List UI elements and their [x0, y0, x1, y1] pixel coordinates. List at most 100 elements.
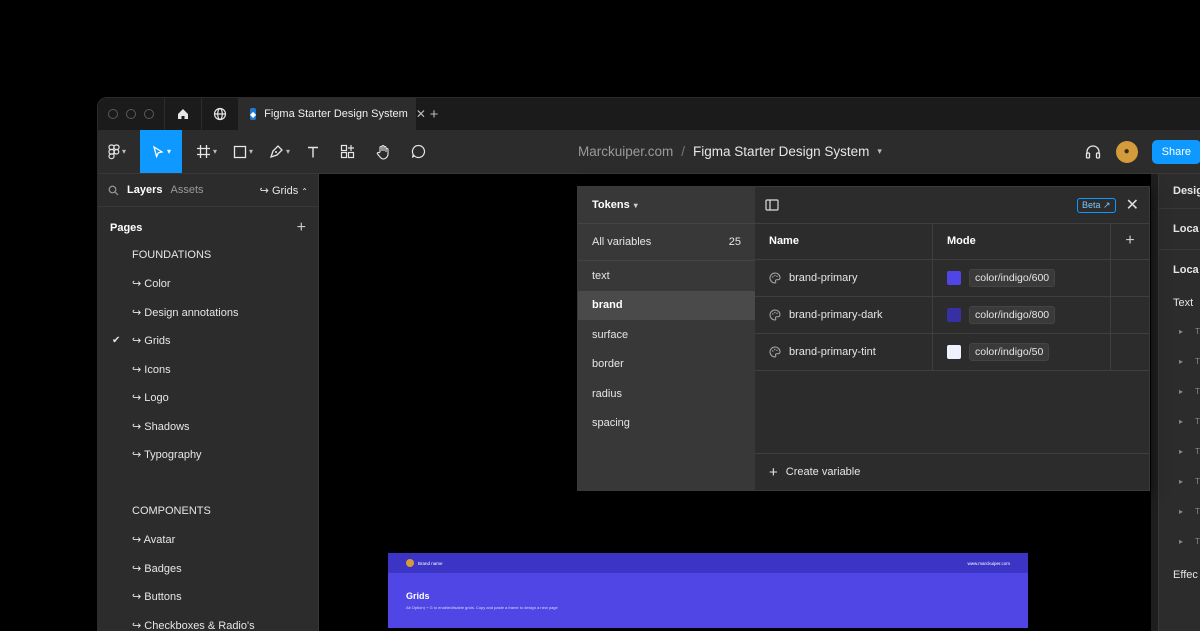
- add-page-icon[interactable]: +: [297, 219, 306, 237]
- table-header: Name Mode +: [755, 223, 1149, 260]
- page-item-shadows[interactable]: ↪ Shadows: [98, 412, 318, 441]
- text-style-icon: T: [1195, 386, 1200, 396]
- style-item[interactable]: ▸ T: [1159, 346, 1200, 376]
- page-item-grids[interactable]: ✔ ↪ Grids: [98, 327, 318, 356]
- maximize-window-button[interactable]: [144, 109, 154, 119]
- table-row[interactable]: brand-primary-tint color/indigo/50: [755, 334, 1149, 371]
- style-item[interactable]: ▸ T: [1159, 436, 1200, 466]
- close-window-button[interactable]: [108, 109, 118, 119]
- title-bar: ◆ Figma Starter Design System ✕ +: [98, 98, 1200, 130]
- text-icon: [308, 146, 319, 157]
- style-item[interactable]: ▸ T: [1159, 406, 1200, 436]
- style-item[interactable]: ▸ T: [1159, 316, 1200, 346]
- collection-selector[interactable]: Tokens ▾: [578, 187, 755, 223]
- file-tab[interactable]: ◆ Figma Starter Design System ✕: [238, 98, 426, 130]
- all-variables-item[interactable]: All variables 25: [578, 223, 755, 260]
- new-tab-icon[interactable]: +: [416, 106, 452, 123]
- page-item-checkboxes[interactable]: ↪ Checkboxes & Radio's: [98, 611, 318, 631]
- style-item[interactable]: ▸ T: [1159, 376, 1200, 406]
- group-radius[interactable]: radius: [578, 379, 755, 409]
- page-item-icons[interactable]: ↪ Icons: [98, 355, 318, 384]
- grids-frame[interactable]: Brand name www.marckuiper.com Grids Alt …: [388, 553, 1028, 628]
- column-header-mode[interactable]: Mode: [933, 223, 1111, 259]
- page-item-logo[interactable]: ↪ Logo: [98, 384, 318, 413]
- move-tool[interactable]: ▾: [140, 130, 183, 173]
- design-tab[interactable]: Desig: [1159, 174, 1200, 208]
- variable-name-cell[interactable]: brand-primary-tint: [755, 334, 933, 370]
- variable-alias-pill[interactable]: color/indigo/50: [969, 343, 1050, 361]
- group-spacing[interactable]: spacing: [578, 409, 755, 439]
- current-page-selector[interactable]: ↪ Grids ⌃: [260, 184, 308, 197]
- chevron-down-icon[interactable]: ▾: [877, 146, 882, 157]
- variable-value-cell[interactable]: color/indigo/50: [933, 334, 1111, 370]
- page-item-typography[interactable]: ↪ Typography: [98, 441, 318, 470]
- variable-value-cell[interactable]: color/indigo/800: [933, 297, 1111, 333]
- frame-description: Alt Option) + G to enable/disable grids.…: [406, 605, 558, 610]
- style-item[interactable]: ▸ T: [1159, 526, 1200, 556]
- close-icon[interactable]: ✕: [1126, 195, 1139, 215]
- shape-tool[interactable]: ▾: [227, 130, 259, 173]
- pen-icon: [270, 145, 283, 159]
- beta-badge[interactable]: Beta ↗: [1077, 197, 1116, 213]
- local-styles-row[interactable]: Loca: [1159, 250, 1200, 290]
- variable-name: brand-primary: [789, 272, 858, 284]
- variable-value-cell[interactable]: color/indigo/600: [933, 260, 1111, 296]
- cursor-icon: [152, 145, 164, 158]
- text-style-icon: T: [1195, 356, 1200, 366]
- caret-right-icon: ▸: [1179, 356, 1184, 366]
- variable-name-cell[interactable]: brand-primary-dark: [755, 297, 933, 333]
- variable-alias-pill[interactable]: color/indigo/600: [969, 269, 1056, 287]
- resources-tool[interactable]: [334, 130, 361, 173]
- search-icon[interactable]: [108, 185, 119, 196]
- variable-alias-pill[interactable]: color/indigo/800: [969, 306, 1056, 324]
- hand-tool[interactable]: [369, 130, 397, 173]
- share-button[interactable]: Share: [1151, 139, 1200, 164]
- effect-styles-label: Effec: [1173, 569, 1198, 581]
- table-row[interactable]: brand-primary-dark color/indigo/800: [755, 297, 1149, 334]
- group-brand[interactable]: brand: [578, 290, 755, 320]
- home-icon[interactable]: [164, 98, 201, 130]
- variable-name: brand-primary-dark: [789, 309, 883, 321]
- column-header-name: Name: [755, 223, 933, 259]
- page-item-buttons[interactable]: ↪ Buttons: [98, 583, 318, 612]
- caret-right-icon: ▸: [1179, 446, 1184, 456]
- local-variables-row[interactable]: Loca: [1159, 209, 1200, 249]
- plus-icon: +: [769, 463, 778, 481]
- page-item-avatar[interactable]: ↪ Avatar: [98, 526, 318, 555]
- tab-layers[interactable]: Layers: [127, 184, 162, 196]
- page-item-badges[interactable]: ↪ Badges: [98, 554, 318, 583]
- group-surface[interactable]: surface: [578, 320, 755, 350]
- pen-tool[interactable]: ▾: [263, 130, 296, 173]
- collection-name: Tokens: [592, 199, 630, 211]
- breadcrumb-file[interactable]: Figma Starter Design System: [693, 144, 869, 159]
- page-label: ↪ Typography: [132, 449, 202, 462]
- breadcrumb-owner[interactable]: Marckuiper.com: [578, 144, 673, 159]
- table-row[interactable]: brand-primary color/indigo/600: [755, 260, 1149, 297]
- group-border[interactable]: border: [578, 350, 755, 380]
- minimize-window-button[interactable]: [126, 109, 136, 119]
- current-page-label: ↪ Grids: [259, 184, 299, 197]
- page-item-components[interactable]: COMPONENTS: [98, 497, 318, 526]
- frame-tool[interactable]: ▾: [190, 130, 223, 173]
- globe-icon[interactable]: [201, 98, 238, 130]
- style-item[interactable]: ▸ T: [1159, 496, 1200, 526]
- group-text[interactable]: text: [578, 260, 755, 291]
- page-label: ↪ Buttons: [132, 591, 182, 604]
- page-label: ↪ Design annotations: [132, 306, 239, 319]
- page-item-design-annotations[interactable]: ↪ Design annotations: [98, 298, 318, 327]
- comment-tool[interactable]: [405, 130, 432, 173]
- add-mode-icon[interactable]: +: [1111, 232, 1149, 250]
- all-variables-label: All variables: [592, 236, 652, 248]
- headphones-icon[interactable]: [1084, 143, 1102, 161]
- style-item[interactable]: ▸ T: [1159, 466, 1200, 496]
- page-item-color[interactable]: ↪ Color: [98, 270, 318, 299]
- text-tool[interactable]: [300, 130, 326, 173]
- main-menu-button[interactable]: ▾: [98, 130, 132, 173]
- create-variable-button[interactable]: + Create variable: [755, 453, 1149, 490]
- page-item-foundations[interactable]: FOUNDATIONS: [98, 241, 318, 270]
- tab-assets[interactable]: Assets: [170, 184, 203, 196]
- text-style-icon: T: [1195, 446, 1200, 456]
- avatar[interactable]: ●: [1115, 140, 1138, 163]
- sidebar-toggle-icon[interactable]: [765, 199, 779, 211]
- variable-name-cell[interactable]: brand-primary: [755, 260, 933, 296]
